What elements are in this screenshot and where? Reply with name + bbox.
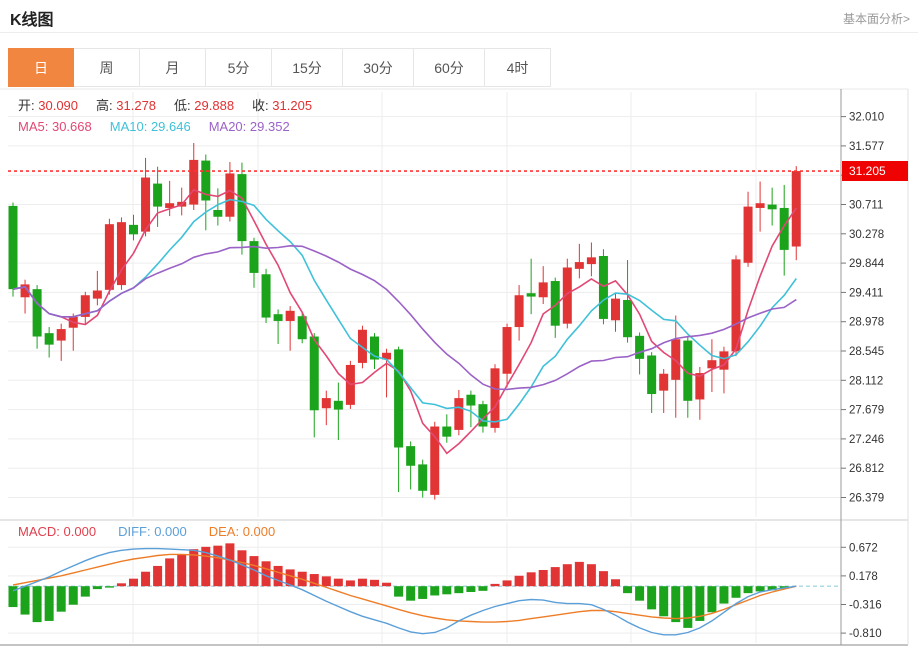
svg-text:30.278: 30.278 (849, 229, 884, 241)
svg-text:29.844: 29.844 (849, 258, 885, 270)
legend-item: MACD: 0.000 (18, 524, 96, 539)
svg-text:28.112: 28.112 (849, 375, 883, 387)
legend-item: MA10: 29.646 (110, 119, 191, 134)
svg-text:28.545: 28.545 (849, 346, 884, 358)
current-price-tag: 31.205 (842, 161, 908, 181)
svg-text:26.379: 26.379 (849, 493, 884, 505)
svg-text:-0.810: -0.810 (849, 628, 882, 640)
svg-text:29.411: 29.411 (849, 287, 883, 299)
svg-text:27.246: 27.246 (849, 434, 884, 446)
legend-item: 高: 31.278 (96, 98, 156, 113)
svg-text:0.178: 0.178 (849, 571, 878, 583)
macd-legend: MACD: 0.000 DIFF: 0.000 DEA: 0.000 (18, 524, 297, 539)
svg-text:32.010: 32.010 (849, 112, 884, 124)
svg-text:28.978: 28.978 (849, 317, 884, 329)
quote-info-bar: 开: 30.090 高: 31.278 低: 29.888 收: 31.205 MA5… (18, 95, 330, 137)
kline-widget: K线图 基本面分析> 日周月5分15分30分60分4时 32.01031.577… (0, 0, 918, 652)
svg-text:27.679: 27.679 (849, 405, 884, 417)
legend-item: 低: 29.888 (174, 98, 234, 113)
legend-item: DIFF: 0.000 (118, 524, 187, 539)
legend-item: 开: 30.090 (18, 98, 78, 113)
svg-text:26.812: 26.812 (849, 463, 884, 475)
svg-text:-0.316: -0.316 (849, 599, 882, 611)
legend-item: MA5: 30.668 (18, 119, 92, 134)
svg-text:31.577: 31.577 (849, 141, 884, 153)
legend-item: 收: 31.205 (252, 98, 312, 113)
legend-item: DEA: 0.000 (209, 524, 276, 539)
svg-text:0.672: 0.672 (849, 542, 878, 554)
ma-row: MA5: 30.668 MA10: 29.646 MA20: 29.352 (18, 116, 330, 137)
ohlc-row: 开: 30.090 高: 31.278 低: 29.888 收: 31.205 (18, 95, 330, 116)
legend-item: MA20: 29.352 (209, 119, 290, 134)
svg-text:30.711: 30.711 (849, 200, 883, 212)
